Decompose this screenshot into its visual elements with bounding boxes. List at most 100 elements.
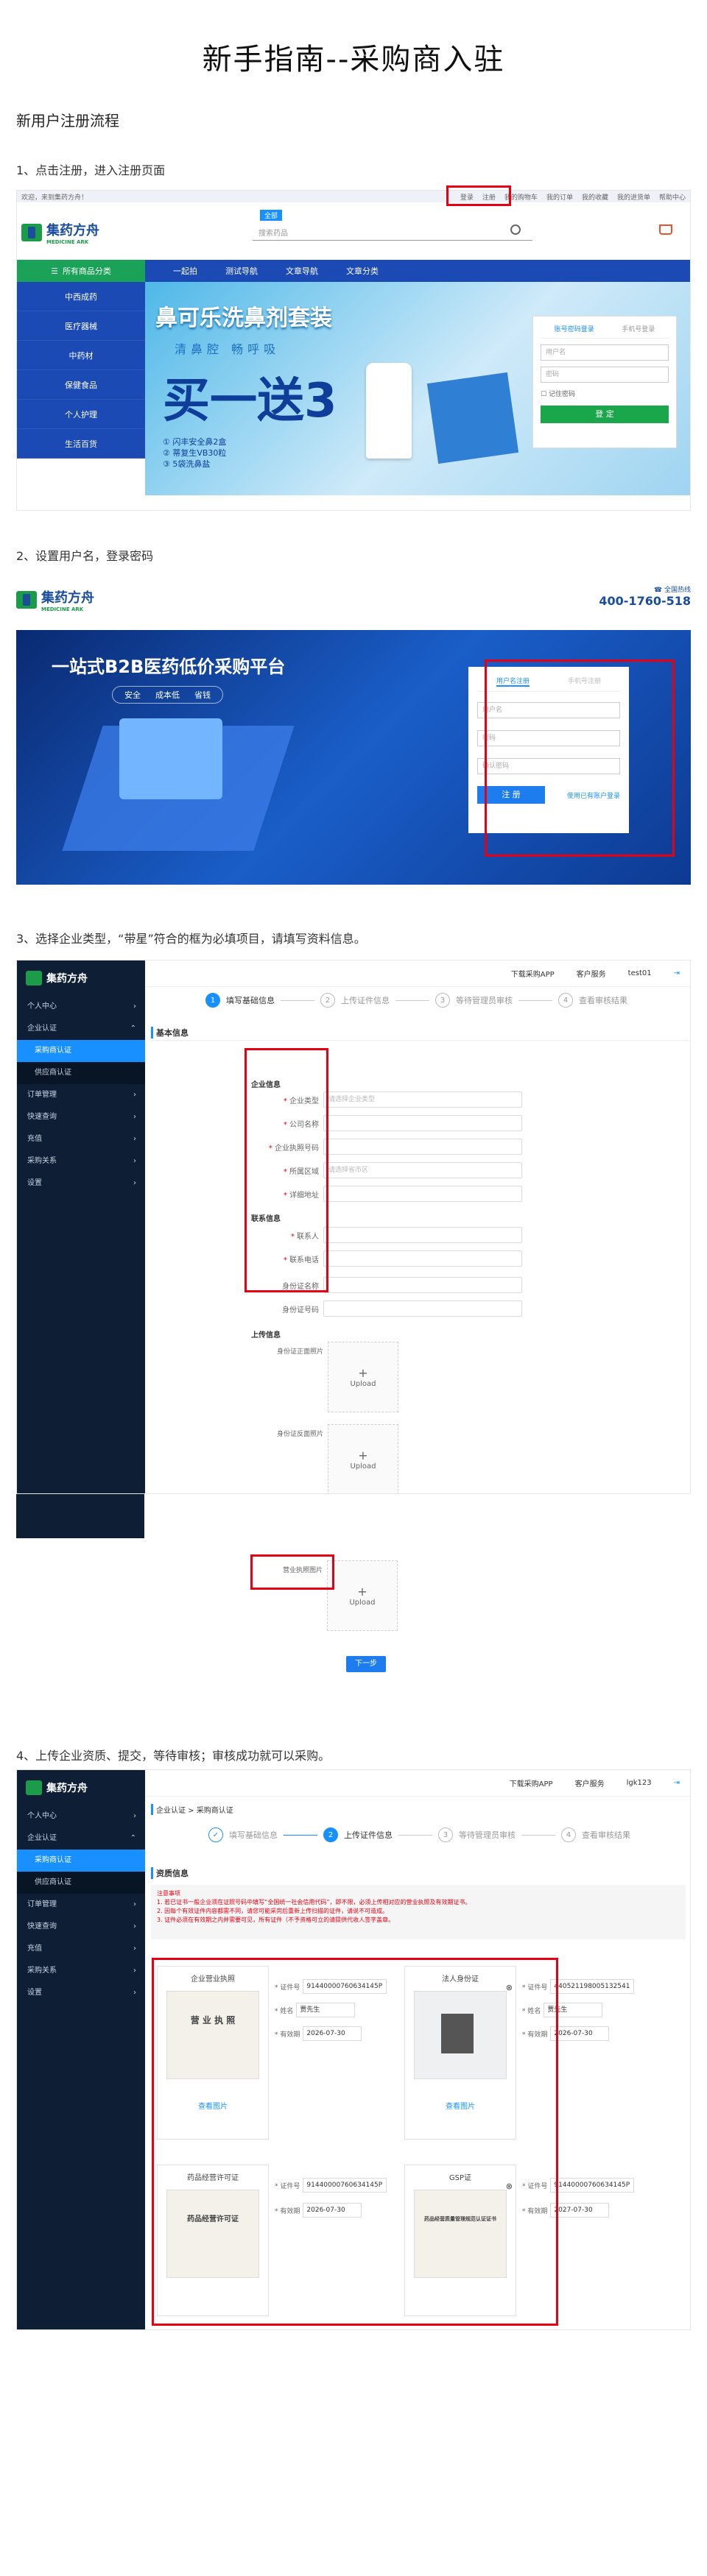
login-button[interactable]: 登 定 xyxy=(541,406,669,423)
step-circle: 4 xyxy=(558,993,573,1008)
user-name[interactable]: test01 xyxy=(628,969,652,977)
welcome-text: 欢迎，来到集药方舟！ xyxy=(21,194,88,202)
screen-illustration xyxy=(119,718,222,799)
download-app-link[interactable]: 下载采购APP xyxy=(511,968,555,979)
breadcrumb: 企业认证 > 采购商认证 xyxy=(151,1804,233,1815)
step-3-text: 3、选择企业类型，“带星”符合的框为必填项目，请填写资料信息。 xyxy=(16,932,366,946)
search-icon[interactable] xyxy=(510,224,521,235)
banner-title: 鼻可乐洗鼻剂套装 xyxy=(155,305,332,331)
step-circle: 2 xyxy=(320,993,335,1008)
category-item[interactable]: 生活百货 xyxy=(17,429,145,459)
upload-label-id-back: 身份证反面照片 xyxy=(276,1431,323,1438)
orders-link[interactable]: 我的订单 xyxy=(546,192,573,202)
logout-icon[interactable]: ⇥ xyxy=(674,969,680,977)
username-field[interactable]: 用户名 xyxy=(541,344,669,361)
menu-personal[interactable]: 个人中心 › xyxy=(17,996,145,1018)
group-upload: 上传信息 xyxy=(251,1331,281,1340)
progress-steps: 1 填写基础信息 2 上传证件信息 3 等待管理员审核 4 查看审核结果 xyxy=(205,993,627,1008)
password-field[interactable]: 密码 xyxy=(541,367,669,383)
field-id-number[interactable]: 身份证号码 xyxy=(251,1301,522,1317)
menu-supplier-auth[interactable]: 供应商认证 xyxy=(17,1872,145,1894)
upload-id-back[interactable]: + Upload xyxy=(328,1424,398,1493)
section-subtitle: 新用户注册流程 xyxy=(16,112,119,130)
progress-steps: ✓ 填写基础信息 2 上传证件信息 3 等待管理员审核 4 查看审核结果 xyxy=(208,1827,630,1842)
step-circle: 2 xyxy=(323,1827,338,1842)
upload-id-front[interactable]: + Upload xyxy=(328,1342,398,1412)
highlight-required-fields xyxy=(245,1048,328,1292)
tab-phone-login[interactable]: 手机号登录 xyxy=(622,324,655,333)
plus-icon: + xyxy=(358,1448,368,1462)
upload-label-id-front: 身份证正面照片 xyxy=(276,1348,323,1356)
menu-buyer-auth[interactable]: 采购商认证 xyxy=(17,1040,145,1062)
banner-subtitle: 清鼻腔 畅呼吸 xyxy=(175,342,281,356)
banner-offer: 买一送3 xyxy=(163,374,337,428)
register-banner-title: 一站式B2B医药低价采购平台 xyxy=(52,657,286,677)
highlight-license-upload xyxy=(250,1554,334,1590)
menu-enterprise-auth[interactable]: 企业认证 ⌃ xyxy=(17,1018,145,1040)
product-bottle-image xyxy=(366,363,412,459)
category-item[interactable]: 中药材 xyxy=(17,341,145,370)
user-name[interactable]: lgk123 xyxy=(627,1779,652,1787)
highlight-certificates xyxy=(152,1958,558,2326)
menu-enterprise-auth[interactable]: 企业认证 ⌃ xyxy=(17,1827,145,1850)
menu-settings[interactable]: 设置 › xyxy=(17,1172,145,1195)
download-app-link[interactable]: 下载采购APP xyxy=(510,1777,553,1788)
menu-recharge[interactable]: 充值 › xyxy=(17,1128,145,1150)
next-button[interactable]: 下一步 xyxy=(346,1656,386,1672)
admin-header: 下载采购APP 客户服务 lgk123 ⇥ xyxy=(145,1770,690,1797)
banner-tags: 安全 成本低 省钱 xyxy=(112,686,223,704)
all-categories-button[interactable]: ☰ 所有商品分类 xyxy=(17,260,145,282)
category-item[interactable]: 中西成药 xyxy=(17,282,145,311)
nav-item-article-cat[interactable]: 文章分类 xyxy=(346,265,379,277)
customer-service-link[interactable]: 客户服务 xyxy=(575,1777,605,1788)
menu-orders[interactable]: 订单管理 › xyxy=(17,1084,145,1106)
check-icon: ✓ xyxy=(208,1827,223,1842)
banner-points: ① 闪丰安全鼻2盒 ② 蒂复生VB30粒 ③ 5袋洗鼻盐 xyxy=(163,437,227,469)
menu-purchase-relation[interactable]: 采购关系 › xyxy=(17,1960,145,1982)
customer-service-link[interactable]: 客户服务 xyxy=(577,968,606,979)
admin-sidebar: 集药方舟 个人中心 › 企业认证 ⌃ 采购商认证 供应商认证 订单管理 › 快速查询 ›… xyxy=(17,960,145,1493)
nav-item-test[interactable]: 测试导航 xyxy=(225,265,258,277)
menu-settings[interactable]: 设置 › xyxy=(17,1982,145,2004)
product-box-image xyxy=(426,372,519,464)
search-input[interactable]: 搜索药品 xyxy=(253,223,532,241)
highlight-register xyxy=(446,185,511,206)
nav-item-auction[interactable]: 一起拍 xyxy=(173,265,197,277)
category-item[interactable]: 医疗器械 xyxy=(17,311,145,341)
nav-item-article-nav[interactable]: 文章导航 xyxy=(286,265,318,277)
logo-mark-icon xyxy=(21,224,42,241)
tab-account-login[interactable]: 账号密码登录 xyxy=(555,324,594,333)
step-4-text: 4、上传企业资质、提交，等待审核；审核成功就可以采购。 xyxy=(16,1749,331,1763)
menu-purchase-relation[interactable]: 采购关系 › xyxy=(17,1150,145,1172)
step-circle: 4 xyxy=(561,1827,576,1842)
admin-header: 下载采购APP 客户服务 test01 ⇥ xyxy=(145,960,690,987)
section-basic-info: 基本信息 xyxy=(151,1027,189,1038)
category-item[interactable]: 个人护理 xyxy=(17,400,145,429)
help-link[interactable]: 帮助中心 xyxy=(659,192,686,202)
menu-orders[interactable]: 订单管理 › xyxy=(17,1894,145,1916)
search-scope-tag[interactable]: 全部 xyxy=(260,210,283,221)
menu-buyer-auth[interactable]: 采购商认证 xyxy=(17,1850,145,1872)
site-logo[interactable]: 集药方舟 MEDICINE ARK xyxy=(16,587,94,612)
category-sidebar: 中西成药 医疗器械 中药材 保健食品 个人护理 生活百货 xyxy=(17,282,145,459)
home-page-screenshot: 欢迎，来到集药方舟！ 登录 注册 我的购物车 我的订单 我的收藏 我的进货单 帮… xyxy=(16,190,691,511)
upload-license[interactable]: + Upload xyxy=(327,1560,398,1631)
menu-recharge[interactable]: 充值 › xyxy=(17,1938,145,1960)
basic-info-screenshot-lower: 营业执照图片 + Upload 下一步 xyxy=(16,1494,691,1722)
menu-supplier-auth[interactable]: 供应商认证 xyxy=(17,1062,145,1084)
category-item[interactable]: 保健食品 xyxy=(17,370,145,400)
page-title: 新手指南--采购商入驻 xyxy=(202,43,505,77)
highlight-register-form xyxy=(485,659,675,857)
site-topbar: 欢迎，来到集药方舟！ 登录 注册 我的购物车 我的订单 我的收藏 我的进货单 帮… xyxy=(17,191,690,202)
menu-personal[interactable]: 个人中心 › xyxy=(17,1805,145,1827)
admin-logo: 集药方舟 xyxy=(17,960,145,996)
logout-icon[interactable]: ⇥ xyxy=(674,1779,680,1787)
favorites-link[interactable]: 我的收藏 xyxy=(582,192,608,202)
remember-checkbox[interactable]: ☐ 记住密码 xyxy=(541,389,669,398)
cart-icon[interactable] xyxy=(659,224,672,235)
site-logo[interactable]: 集药方舟 MEDICINE ARK xyxy=(21,220,99,245)
basic-info-screenshot: 集药方舟 个人中心 › 企业认证 ⌃ 采购商认证 供应商认证 订单管理 › 快速查询 ›… xyxy=(16,960,691,1494)
purchase-list-link[interactable]: 我的进货单 xyxy=(617,192,650,202)
menu-quick-query[interactable]: 快速查询 › xyxy=(17,1106,145,1128)
menu-quick-query[interactable]: 快速查询 › xyxy=(17,1916,145,1938)
